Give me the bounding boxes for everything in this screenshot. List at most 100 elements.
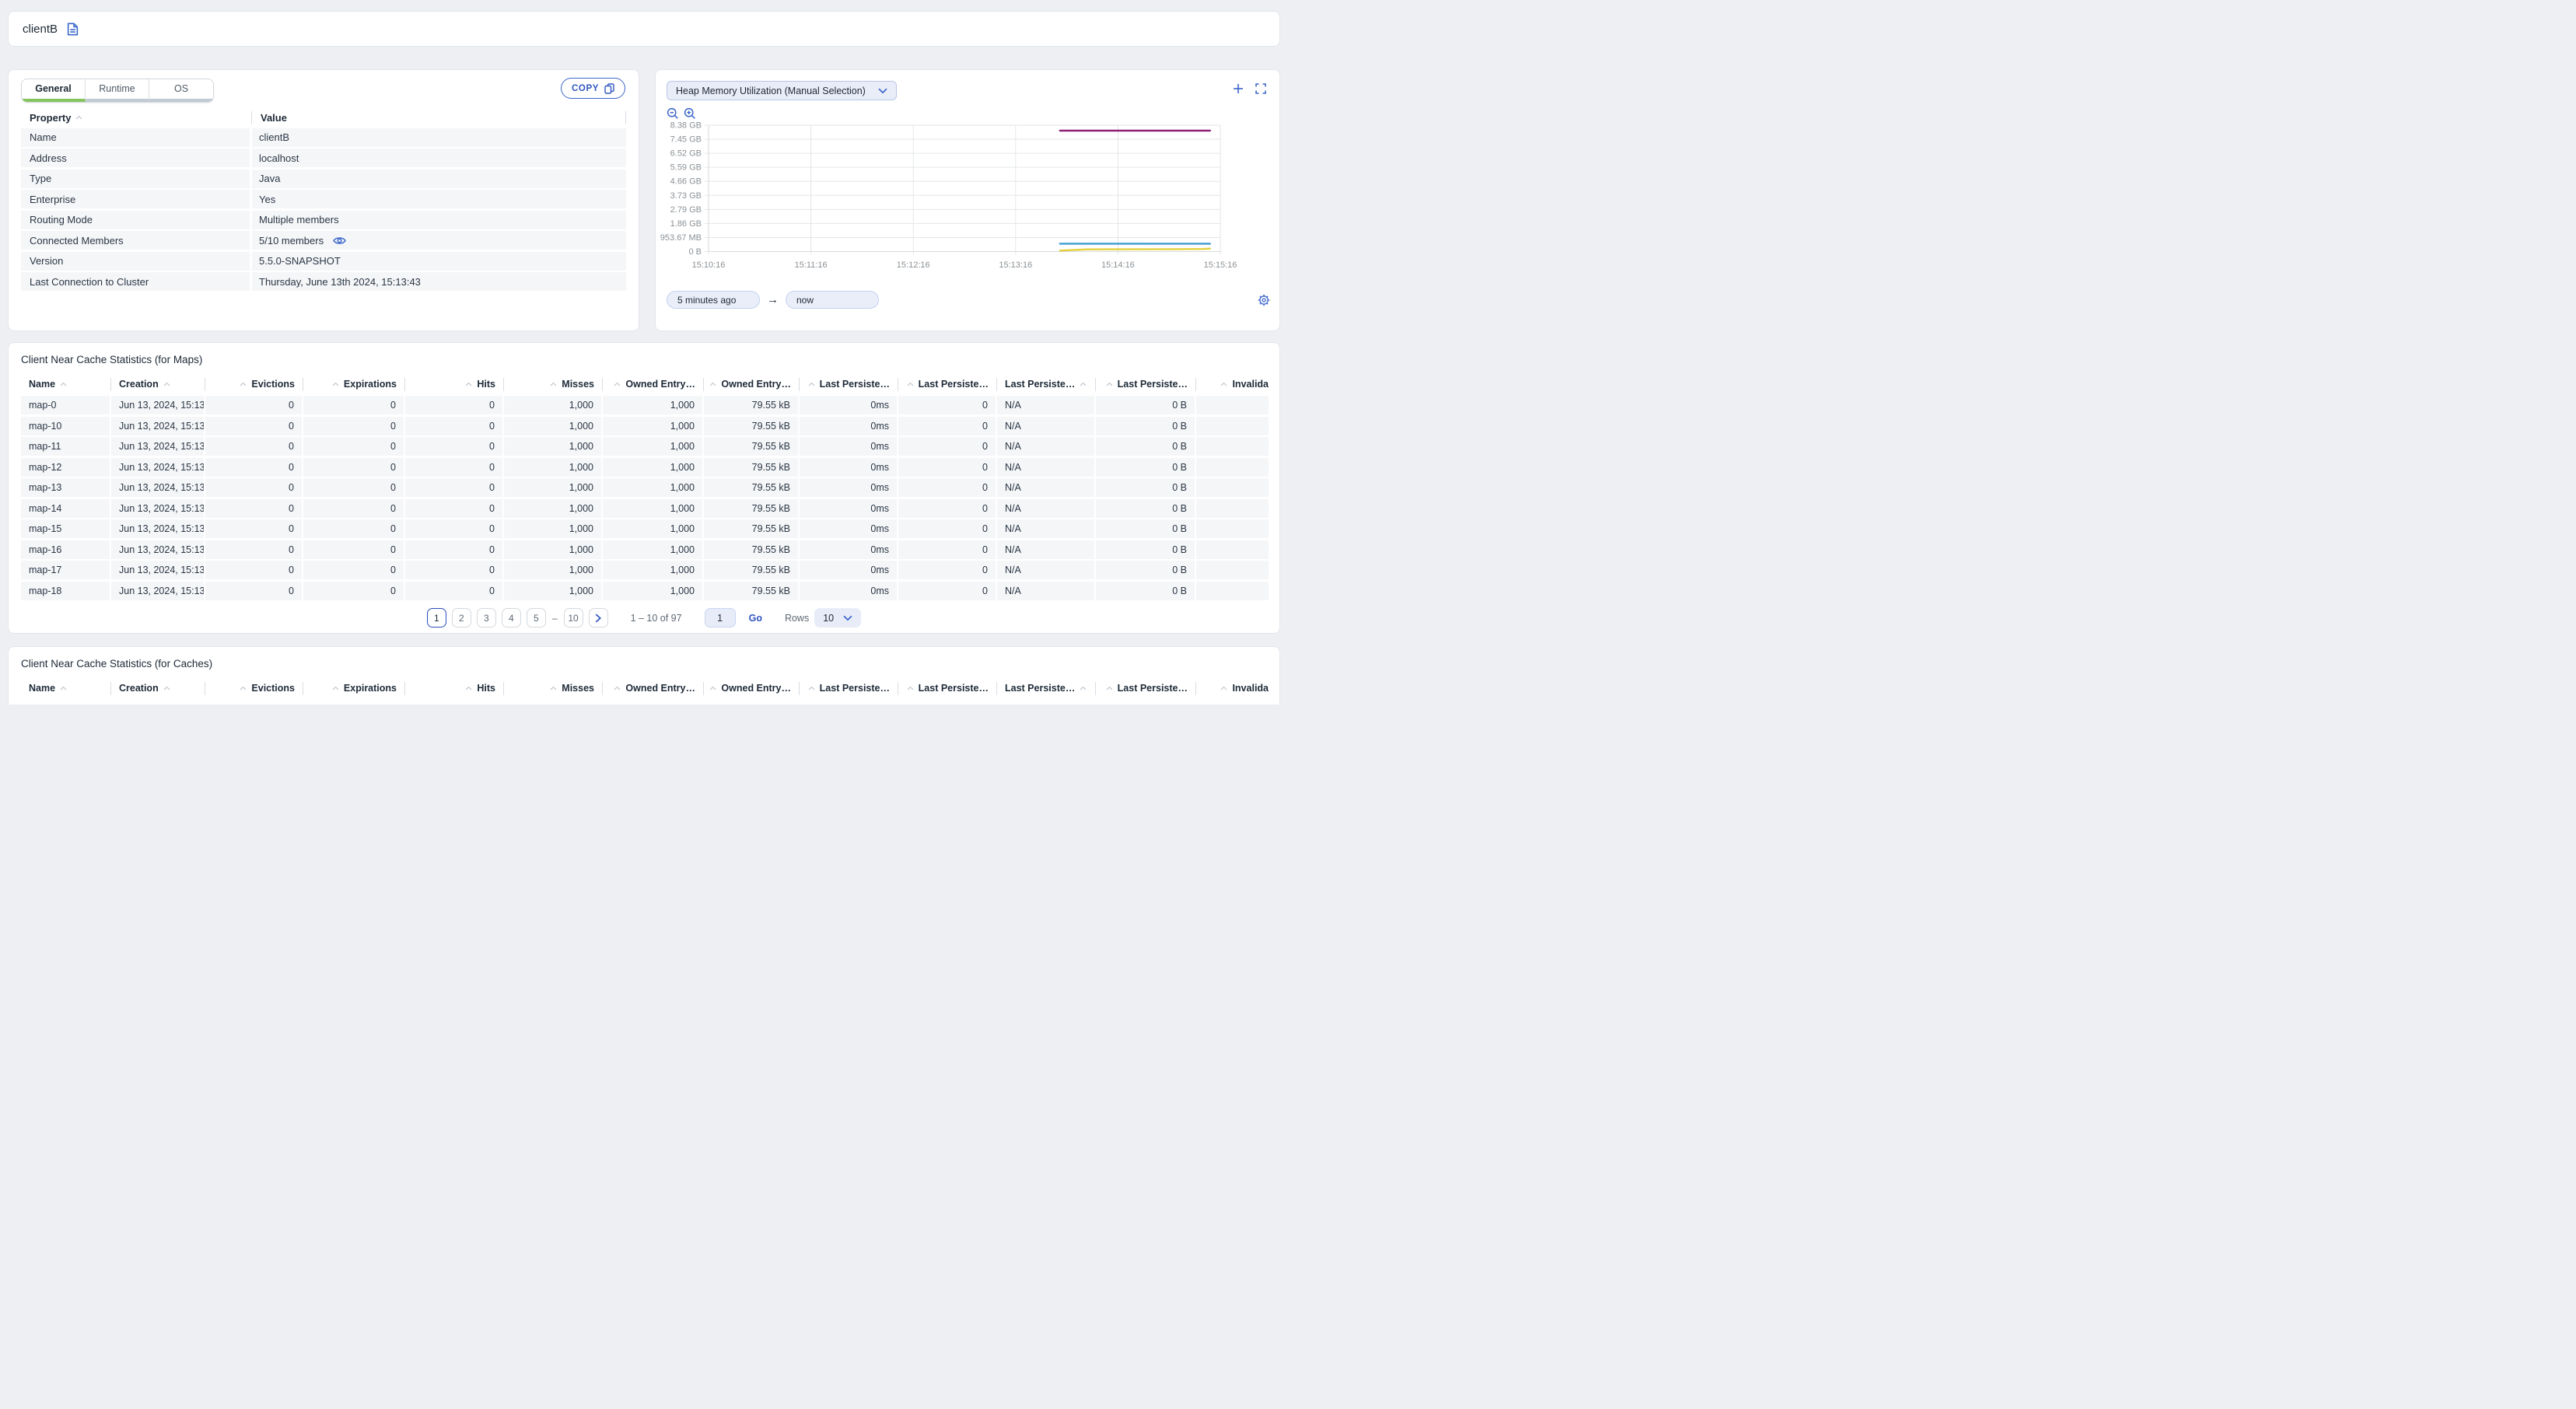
- page-button-1[interactable]: 1: [426, 608, 446, 628]
- tab-runtime[interactable]: Runtime: [86, 79, 149, 102]
- column-header-label: Invalida: [1232, 379, 1269, 390]
- cell-last-persiste-: 0ms: [800, 540, 898, 559]
- cell-creation: Jun 13, 2024, 15:13:44: [111, 416, 205, 435]
- cell-expirations: 0: [303, 540, 405, 559]
- rows-per-page-select[interactable]: 10: [814, 608, 862, 628]
- page-button-4[interactable]: 4: [501, 608, 521, 628]
- page-button-5[interactable]: 5: [526, 608, 546, 628]
- column-header-owned-entry-[interactable]: Owned Entry…: [603, 377, 704, 391]
- column-header-evictions[interactable]: Evictions: [205, 681, 303, 695]
- time-to-input[interactable]: [786, 291, 879, 309]
- column-header-evictions[interactable]: Evictions: [205, 377, 303, 391]
- cell-last-persiste-: 0: [898, 437, 997, 456]
- page-button-3[interactable]: 3: [476, 608, 496, 628]
- column-header-hits[interactable]: Hits: [405, 681, 504, 695]
- settings-gear-icon[interactable]: [1258, 294, 1270, 306]
- cell-last-persiste-: 0: [898, 498, 997, 518]
- cell-last-persiste-: 0: [898, 581, 997, 600]
- property-row: Address localhost: [21, 149, 626, 167]
- column-header-last-persiste-[interactable]: Last Persiste…: [800, 681, 898, 695]
- column-header-label: Hits: [477, 683, 495, 694]
- page-button-10[interactable]: 10: [563, 608, 583, 628]
- tab-general[interactable]: General: [22, 79, 86, 102]
- column-header-creation[interactable]: Creation: [111, 377, 205, 391]
- zoom-out-icon[interactable]: [667, 107, 679, 120]
- sort-caret-icon: [614, 382, 621, 386]
- column-header-invalida[interactable]: Invalida: [1196, 378, 1269, 391]
- column-header-creation[interactable]: Creation: [111, 681, 205, 695]
- cell-hits: 0: [405, 519, 504, 538]
- property-column-header[interactable]: Property: [21, 110, 252, 124]
- metric-select[interactable]: Heap Memory Utilization (Manual Selectio…: [667, 81, 897, 100]
- column-header-owned-entry-[interactable]: Owned Entry…: [603, 681, 704, 695]
- column-header-name[interactable]: Name: [21, 377, 111, 391]
- column-header-label: Owned Entry…: [721, 683, 791, 694]
- cell-last-persiste-: N/A: [997, 437, 1096, 456]
- cell-name: map-17: [21, 561, 111, 579]
- cell-last-persiste-: 0ms: [800, 457, 898, 477]
- cell-name: map-12: [21, 457, 111, 477]
- chevron-down-icon: [843, 615, 852, 621]
- fullscreen-icon[interactable]: [1255, 83, 1266, 94]
- cell-name: map-18: [21, 581, 111, 600]
- cell-last-persiste-: 0ms: [800, 396, 898, 414]
- cell-last-persiste-: N/A: [997, 478, 1096, 497]
- cell-invalida: [1196, 499, 1269, 518]
- property-value: 5.5.0-SNAPSHOT: [252, 255, 626, 267]
- add-chart-icon[interactable]: [1233, 83, 1244, 94]
- tab-os[interactable]: OS: [149, 79, 213, 102]
- x-axis-tick-label: 15:15:16: [1204, 260, 1237, 270]
- cell-evictions: 0: [205, 540, 303, 559]
- goto-page-input[interactable]: [704, 608, 736, 628]
- document-icon[interactable]: [67, 22, 79, 36]
- column-header-misses[interactable]: Misses: [504, 377, 603, 391]
- header-panel: clientB: [8, 11, 1280, 47]
- column-header-expirations[interactable]: Expirations: [303, 681, 405, 695]
- eye-icon[interactable]: [333, 236, 346, 246]
- page-button-2[interactable]: 2: [451, 608, 471, 628]
- column-header-hits[interactable]: Hits: [405, 377, 504, 391]
- cell-evictions: 0: [205, 581, 303, 600]
- sort-caret-icon: [1106, 686, 1113, 691]
- maps-section-title: Client Near Cache Statistics (for Maps): [21, 354, 203, 365]
- column-header-invalida[interactable]: Invalida: [1196, 682, 1269, 695]
- go-button[interactable]: Go: [749, 613, 762, 624]
- column-header-label: Misses: [562, 379, 594, 390]
- cell-evictions: 0: [205, 437, 303, 456]
- cell-misses: 1,000: [504, 437, 603, 456]
- rows-per-page-label: Rows: [784, 612, 810, 624]
- column-header-expirations[interactable]: Expirations: [303, 377, 405, 391]
- column-header-name[interactable]: Name: [21, 681, 111, 695]
- column-header-last-persiste-[interactable]: Last Persiste…: [1096, 681, 1196, 695]
- column-header-last-persiste-[interactable]: Last Persiste…: [997, 681, 1096, 695]
- cell-expirations: 0: [303, 416, 405, 435]
- table-row: map-17Jun 13, 2024, 15:13:450001,0001,00…: [21, 561, 1269, 579]
- zoom-in-icon[interactable]: [684, 107, 696, 120]
- column-header-last-persiste-[interactable]: Last Persiste…: [898, 377, 997, 391]
- next-page-button[interactable]: [588, 608, 608, 628]
- column-header-misses[interactable]: Misses: [504, 681, 603, 695]
- cell-owned-entry-: 1,000: [603, 478, 704, 497]
- time-from-input[interactable]: [667, 291, 760, 309]
- sort-caret-icon: [240, 382, 247, 386]
- cell-name: map-13: [21, 478, 111, 497]
- copy-button[interactable]: COPY: [561, 78, 625, 99]
- y-axis-tick-label: 0 B: [688, 247, 702, 257]
- column-header-owned-entry-[interactable]: Owned Entry…: [704, 681, 800, 695]
- cell-last-persiste-: 0 B: [1096, 457, 1196, 477]
- column-header-last-persiste-[interactable]: Last Persiste…: [800, 377, 898, 391]
- column-header-last-persiste-[interactable]: Last Persiste…: [997, 377, 1096, 391]
- column-header-owned-entry-[interactable]: Owned Entry…: [704, 377, 800, 391]
- cell-owned-entry-: 1,000: [603, 416, 704, 435]
- cell-owned-entry-: 1,000: [603, 498, 704, 518]
- cell-expirations: 0: [303, 561, 405, 579]
- column-header-last-persiste-[interactable]: Last Persiste…: [898, 681, 997, 695]
- cell-misses: 1,000: [504, 498, 603, 518]
- x-axis-tick-label: 15:13:16: [999, 260, 1032, 270]
- column-header-last-persiste-[interactable]: Last Persiste…: [1096, 377, 1196, 391]
- property-name: Name: [21, 128, 252, 147]
- cell-owned-entry-: 79.55 kB: [704, 396, 800, 414]
- column-header-label: Owned Entry…: [625, 683, 695, 694]
- cell-owned-entry-: 79.55 kB: [704, 519, 800, 538]
- heap-memory-chart[interactable]: 8.38 GB 7.45 GB 6.52 GB 5.59 GB 4.66 GB 3.73 …: [657, 120, 1272, 277]
